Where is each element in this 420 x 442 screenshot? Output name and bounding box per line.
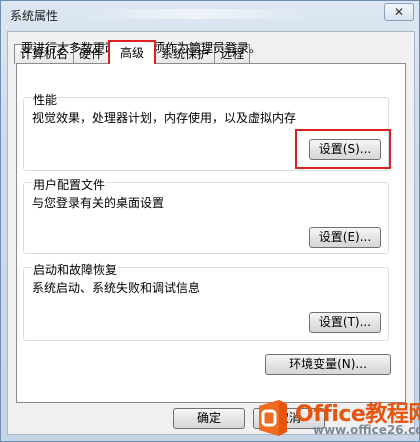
startup-recovery-label: 启动和故障恢复 xyxy=(32,261,119,278)
close-icon: ✕ xyxy=(393,5,405,19)
performance-settings-button[interactable]: 设置(S)... xyxy=(309,139,381,160)
tab-advanced[interactable]: 高级 xyxy=(108,40,157,64)
user-profiles-label: 用户配置文件 xyxy=(32,176,107,193)
title-bar[interactable]: 系统属性 ✕ xyxy=(1,1,420,29)
ok-button[interactable]: 确定 xyxy=(173,408,245,429)
title-blur xyxy=(77,9,317,19)
performance-description: 视觉效果，处理器计划，内存使用，以及虚拟内存 xyxy=(32,111,297,125)
performance-label: 性能 xyxy=(32,91,59,108)
environment-variables-button[interactable]: 环境变量(N)... xyxy=(265,354,391,375)
system-properties-window: 系统属性 ✕ 计算机名 硬件 高级 系统保护 远程 要进行大多数更改，您必须作为… xyxy=(0,0,420,442)
close-button[interactable]: ✕ xyxy=(384,3,414,21)
office-logo-watermark: Office教程网 www.office26.com xyxy=(253,396,420,440)
window-title: 系统属性 xyxy=(10,9,59,23)
office-logo-icon xyxy=(259,400,287,436)
startup-recovery-description: 系统启动、系统失败和调试信息 xyxy=(32,281,201,295)
user-profiles-description: 与您登录有关的桌面设置 xyxy=(32,196,165,210)
watermark-url: www.office26.com xyxy=(313,423,420,437)
user-profiles-settings-button[interactable]: 设置(E)... xyxy=(309,227,381,248)
startup-recovery-settings-button[interactable]: 设置(T)... xyxy=(309,312,381,333)
